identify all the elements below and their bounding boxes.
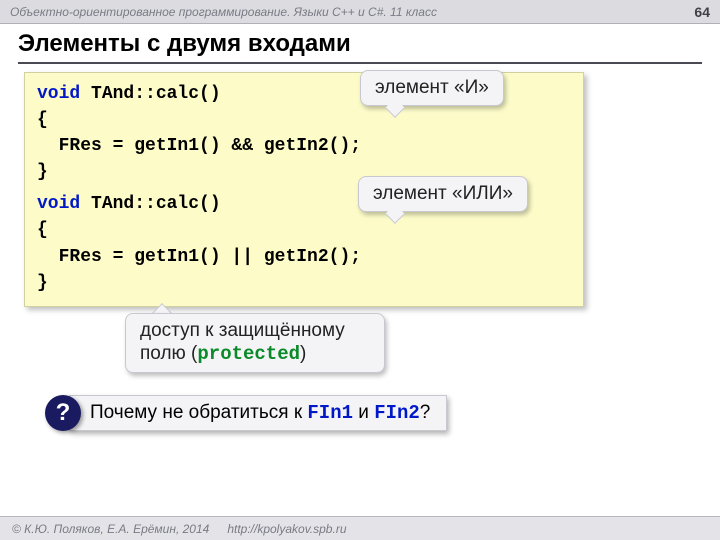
footer-url: http://kpolyakov.spb.ru	[227, 522, 346, 536]
code-line: }	[37, 270, 571, 296]
header-band: Объектно-ориентированное программировани…	[0, 0, 720, 24]
code-line: {	[37, 217, 571, 243]
callout-text: )	[300, 343, 306, 364]
title-divider	[18, 62, 702, 64]
code-line: {	[37, 107, 571, 133]
code-sig-2: TAnd::calc()	[80, 194, 220, 214]
course-title: Объектно-ориентированное программировани…	[10, 5, 694, 19]
code-line: FRes = getIn1() || getIn2();	[37, 244, 571, 270]
question-row: ? Почему не обратиться к FIn1 и FIn2?	[45, 395, 447, 431]
callout-protected: доступ к защищённому полю (protected)	[125, 313, 385, 373]
callout-text: элемент «И»	[375, 77, 489, 98]
question-mark-icon: ?	[56, 399, 71, 427]
code-sig-1: TAnd::calc()	[80, 84, 220, 104]
keyword-void: void	[37, 84, 80, 104]
callout-and: элемент «И»	[360, 70, 504, 106]
question-badge: ?	[45, 395, 81, 431]
keyword-void: void	[37, 194, 80, 214]
keyword-protected: protected	[197, 343, 300, 365]
question-text: и	[353, 402, 374, 423]
code-ident: FIn2	[374, 402, 420, 424]
footer-band: © К.Ю. Поляков, Е.А. Ерёмин, 2014 http:/…	[0, 516, 720, 540]
code-line: FRes = getIn1() && getIn2();	[37, 133, 571, 159]
question-text: Почему не обратиться к	[90, 402, 307, 423]
question-text: ?	[420, 402, 431, 423]
page-number: 64	[694, 4, 710, 20]
code-ident: FIn1	[307, 402, 353, 424]
footer-copyright: © К.Ю. Поляков, Е.А. Ерёмин, 2014	[12, 522, 209, 536]
callout-or: элемент «ИЛИ»	[358, 176, 528, 212]
callout-text: элемент «ИЛИ»	[373, 183, 513, 204]
page-title: Элементы с двумя входами	[18, 30, 351, 58]
question-box: Почему не обратиться к FIn1 и FIn2?	[69, 395, 447, 431]
